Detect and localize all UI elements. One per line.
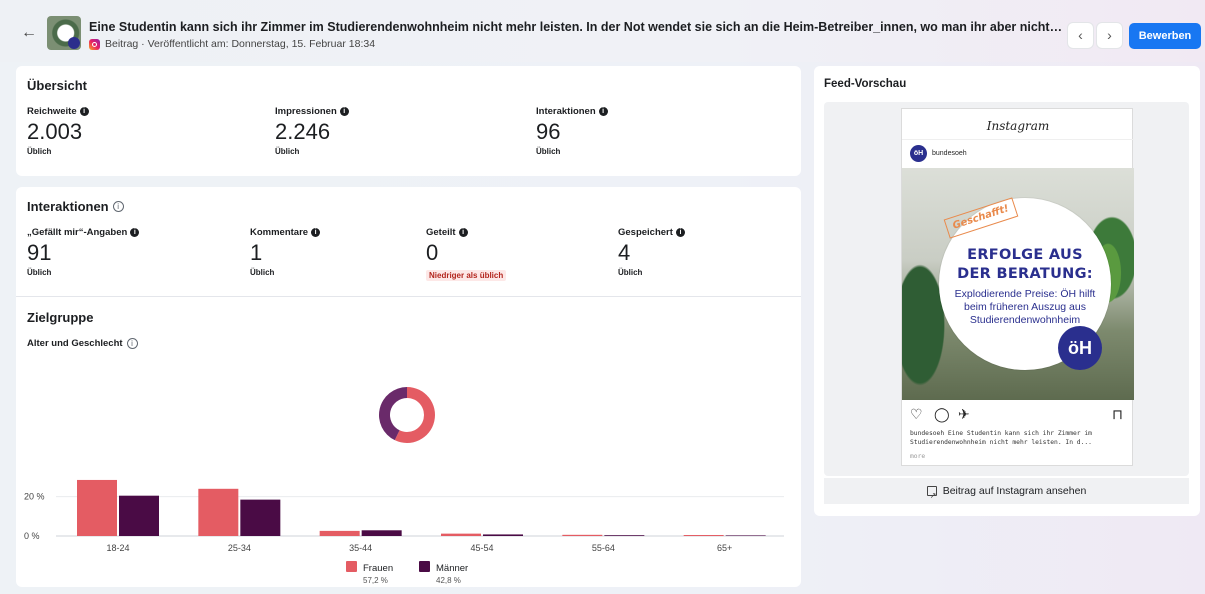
boost-button[interactable]: Bewerben (1129, 23, 1201, 49)
image-body-text: Explodierende Preise: ÖH hilft beim früh… (954, 288, 1096, 326)
legend-share: 42,8 % (436, 576, 461, 585)
interactions-card: Interaktionen i „Gefällt mir“-Angaben i 9… (16, 187, 801, 587)
metric-value: 2.003 (27, 119, 83, 144)
age-gender-chart: 0 % 20 % 18-24 25-34 35-44 45-54 55-64 65+ Fraue… (24, 387, 784, 585)
image-headline-line: DER BERATUNG: (957, 266, 1093, 282)
bar-männer (483, 534, 523, 536)
feed-preview-area: Instagram öH bundesoeh Geschafft! ERFOLG… (824, 102, 1189, 476)
image-headline-line: ERFOLGE AUS (967, 247, 1083, 263)
y-tick-label: 0 % (24, 531, 40, 541)
comment-icon[interactable]: ◯ (934, 406, 950, 422)
x-tick-label: 65+ (717, 543, 732, 553)
bar-männer (240, 499, 281, 536)
metric-label: Impressionen (275, 106, 337, 117)
x-tick-label: 55-64 (592, 543, 615, 553)
post-username[interactable]: bundesoeh (932, 150, 967, 157)
instagram-post-preview: Instagram öH bundesoeh Geschafft! ERFOLG… (901, 108, 1134, 466)
overview-card: Übersicht Reichweite i 2.003 Üblich Impre… (16, 66, 801, 176)
post-caption: bundesoeh Eine Studentin kann sich ihr Z… (910, 430, 1092, 446)
thumbnail-badge (68, 37, 80, 49)
legend-label: Männer (436, 563, 468, 574)
info-icon[interactable]: i (79, 107, 89, 116)
metric-note: Üblich (536, 147, 561, 156)
bookmark-icon[interactable]: ⊓ (1112, 406, 1123, 422)
external-link-icon (926, 483, 937, 509)
bar-frauen (441, 533, 481, 536)
legend-swatch (346, 561, 357, 572)
post-meta-text: Beitrag · Veröffentlicht am: Donnerstag,… (105, 38, 376, 50)
view-on-instagram-link[interactable]: Beitrag auf Instagram ansehen (824, 478, 1189, 509)
avatar[interactable]: öH (910, 145, 927, 162)
bar-frauen (198, 488, 239, 536)
metric-value: 2.246 (275, 119, 331, 144)
y-tick-label: 20 % (24, 492, 45, 502)
bar-männer (119, 495, 159, 536)
x-tick-label: 35-44 (349, 543, 372, 553)
chevron-right-icon[interactable]: › (1097, 23, 1122, 48)
feed-preview-title: Feed-Vorschau (824, 78, 907, 90)
legend-label: Frauen (363, 563, 393, 574)
heart-icon[interactable]: ♡ (910, 406, 923, 422)
bar-männer (604, 535, 645, 536)
post-image: Geschafft! ERFOLGE AUS DER BERATUNG: Exp… (902, 168, 1134, 400)
metric-value: 96 (536, 119, 561, 144)
bar-frauen (683, 535, 724, 536)
divider (902, 139, 1134, 140)
metric-impressions: Impressionen i 2.246 Üblich (275, 106, 349, 156)
x-tick-label: 45-54 (470, 543, 493, 553)
info-icon[interactable]: i (339, 107, 349, 116)
legend-swatch (419, 561, 430, 572)
post-actions: ♡ ◯ ✈ ⊓ (910, 406, 1126, 422)
x-tick-label: 25-34 (228, 543, 251, 553)
metric-label: Interaktionen (536, 106, 596, 117)
arrow-left-icon[interactable]: ← (20, 24, 38, 42)
instagram-icon (89, 38, 100, 50)
metric-interactions: Interaktionen i 96 Üblich (536, 106, 608, 156)
overview-title: Übersicht (27, 78, 87, 93)
bar-frauen (562, 534, 603, 536)
share-icon[interactable]: ✈ (958, 406, 970, 422)
caption-more-link[interactable]: more (910, 453, 925, 460)
view-on-instagram-label: Beitrag auf Instagram ansehen (942, 485, 1087, 497)
post-header: ← Eine Studentin kann sich ihr Zimmer im… (0, 0, 1205, 62)
oeh-logo: öH (1058, 326, 1102, 370)
x-tick-label: 18-24 (106, 543, 129, 553)
metric-label: Reichweite (27, 106, 77, 117)
metric-note: Üblich (275, 147, 300, 156)
bar-männer (361, 530, 402, 536)
metric-reach: Reichweite i 2.003 Üblich (27, 106, 89, 156)
instagram-wordmark: Instagram (986, 119, 1050, 133)
info-icon[interactable]: i (598, 107, 608, 116)
feed-preview-card: Feed-Vorschau Instagram öH bundesoeh Ges… (814, 66, 1200, 516)
image-headline: ERFOLGE AUS DER BERATUNG: (939, 246, 1111, 284)
post-meta: Beitrag · Veröffentlicht am: Donnerstag,… (89, 38, 375, 50)
bar-männer (725, 535, 766, 536)
post-thumbnail (47, 16, 81, 50)
bar-frauen (77, 479, 117, 536)
chevron-left-icon[interactable]: ‹ (1068, 23, 1093, 48)
metric-note: Üblich (27, 147, 52, 156)
legend-share: 57,2 % (363, 576, 388, 585)
bar-frauen (319, 530, 360, 536)
post-title: Eine Studentin kann sich ihr Zimmer im S… (89, 20, 1064, 34)
